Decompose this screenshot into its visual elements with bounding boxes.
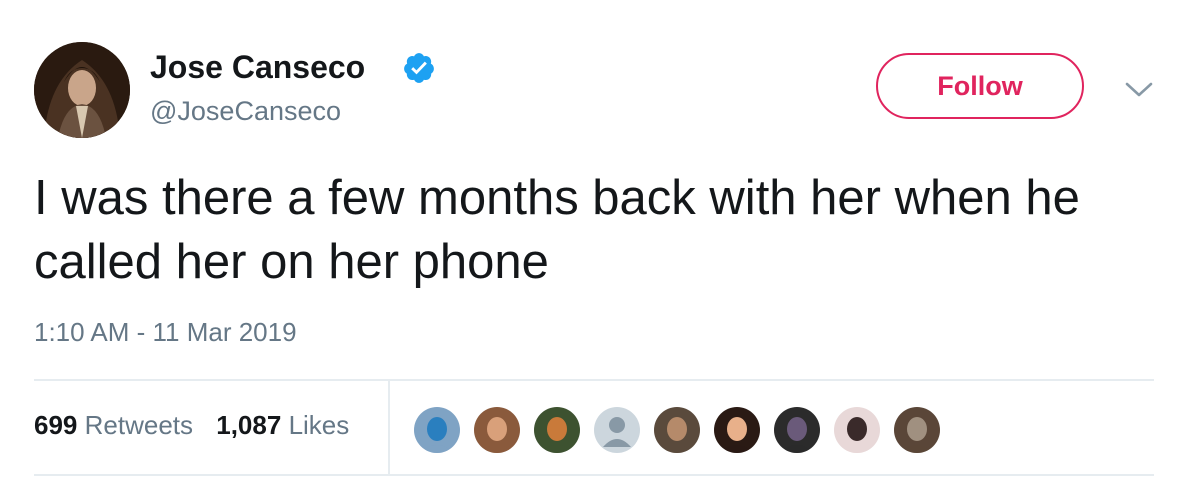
author-avatar[interactable] xyxy=(34,42,130,138)
liker-avatar[interactable] xyxy=(592,405,642,455)
retweets-count: 699 xyxy=(34,410,78,440)
liker-avatar[interactable] xyxy=(772,405,822,455)
tweet-stats: 699 Retweets 1,087 Likes xyxy=(34,410,365,441)
liker-avatar[interactable] xyxy=(892,405,942,455)
liker-avatars xyxy=(412,405,952,455)
tweet-timestamp[interactable]: 1:10 AM - 11 Mar 2019 xyxy=(34,317,297,348)
liker-avatar[interactable] xyxy=(532,405,582,455)
stats-divider xyxy=(388,381,390,474)
chevron-down-icon[interactable] xyxy=(1122,76,1156,102)
divider-bottom xyxy=(34,474,1154,476)
divider-top xyxy=(34,379,1154,381)
likes-label: Likes xyxy=(288,410,350,440)
liker-avatar[interactable] xyxy=(652,405,702,455)
liker-avatar[interactable] xyxy=(712,405,762,455)
tweet-text: I was there a few months back with her w… xyxy=(34,171,1080,289)
author-name[interactable]: Jose Canseco xyxy=(150,49,365,86)
likes-count: 1,087 xyxy=(216,410,282,440)
retweets-label: Retweets xyxy=(84,410,194,440)
verified-badge-icon xyxy=(404,53,434,83)
liker-avatar[interactable] xyxy=(832,405,882,455)
retweets-stat[interactable]: 699 Retweets xyxy=(34,410,193,440)
liker-avatar[interactable] xyxy=(412,405,462,455)
liker-avatar[interactable] xyxy=(472,405,522,455)
follow-button[interactable]: Follow xyxy=(876,53,1084,119)
likes-stat[interactable]: 1,087 Likes xyxy=(216,410,349,440)
author-handle[interactable]: @JoseCanseco xyxy=(150,96,341,127)
